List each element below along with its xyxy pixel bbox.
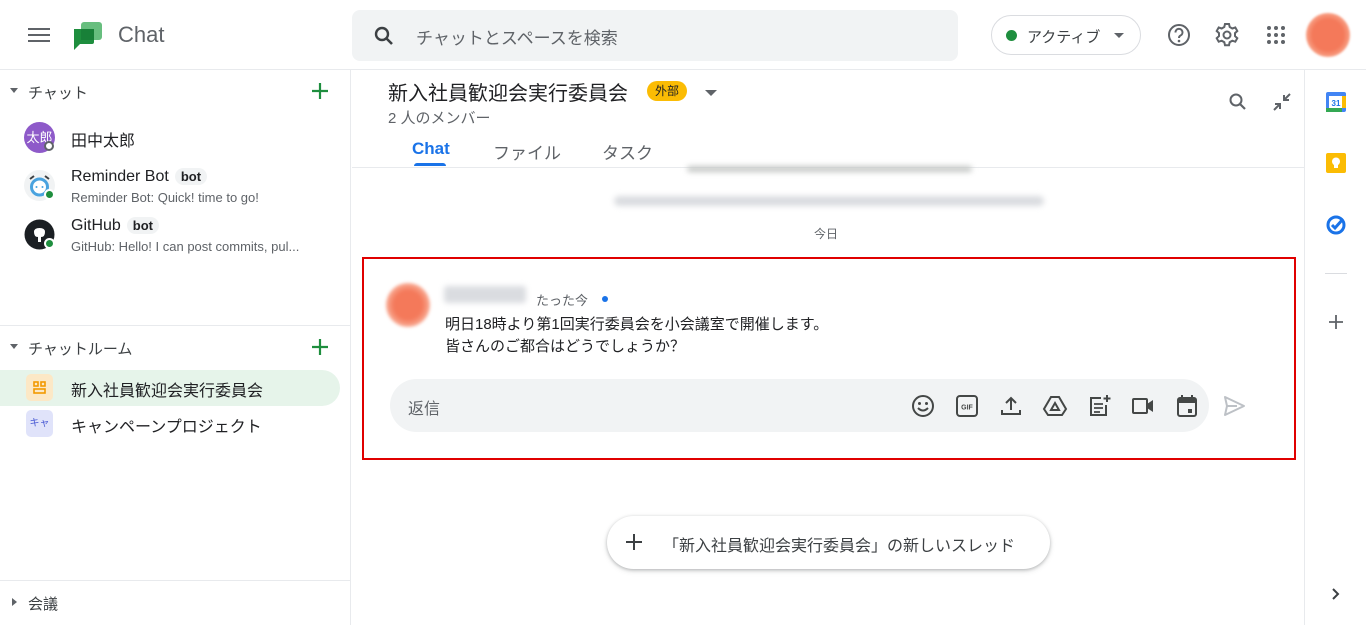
chat-section-header[interactable]: チャット bbox=[0, 71, 351, 111]
status-dropdown[interactable]: アクティブ bbox=[991, 15, 1141, 55]
calendar-invite-icon[interactable] bbox=[1174, 393, 1200, 419]
account-avatar[interactable] bbox=[1306, 13, 1350, 57]
search-input[interactable]: チャットとスペースを検索 bbox=[352, 10, 958, 61]
new-thread-label: 「新入社員歓迎会実行委員会」の新しいスレッド bbox=[663, 538, 1016, 555]
room-title: 新入社員歓迎会実行委員会 bbox=[388, 83, 628, 105]
main-menu-icon[interactable] bbox=[24, 23, 54, 47]
google-drive-icon[interactable] bbox=[1042, 393, 1068, 419]
date-divider: 今日 bbox=[814, 227, 839, 241]
sidebar: チャット 太郎 田中太郎 Reminder Bot bot Reminder Bo… bbox=[0, 70, 351, 625]
collapse-triangle-icon bbox=[10, 344, 18, 349]
google-chat-logo bbox=[74, 22, 102, 50]
room-item-campaign-project[interactable]: キャ キャンペーンプロジェクト bbox=[0, 406, 340, 446]
conversation-pane: 新入社員歓迎会実行委員会 外部 2 人のメンバー Chat ファイル タスク 今… bbox=[352, 70, 1304, 625]
room-name: キャンペーンプロジェクト bbox=[71, 419, 262, 436]
google-calendar-icon[interactable]: 31 bbox=[1325, 91, 1347, 113]
tab-files[interactable]: ファイル bbox=[493, 139, 561, 164]
top-bar: Chat チャットとスペースを検索 アクティブ bbox=[0, 0, 1366, 70]
chat-item-github[interactable]: GitHub bot GitHub: Hello! I can post comm… bbox=[0, 215, 340, 255]
presence-online-icon bbox=[44, 238, 55, 249]
expand-triangle-icon bbox=[12, 598, 17, 606]
search-icon bbox=[374, 26, 393, 45]
google-keep-icon[interactable] bbox=[1325, 152, 1347, 174]
chat-item-title: Reminder Bot bot bbox=[71, 168, 208, 186]
chat-item-name: GitHub bbox=[71, 217, 121, 234]
expand-panel-chevron-icon[interactable] bbox=[1325, 583, 1347, 605]
room-name: 新入社員歓迎会実行委員会 bbox=[71, 383, 264, 400]
room-menu-caret-icon[interactable] bbox=[705, 90, 717, 96]
chat-section-title: チャット bbox=[28, 85, 88, 102]
search-in-room-icon[interactable] bbox=[1226, 90, 1250, 114]
create-doc-icon[interactable] bbox=[1086, 393, 1112, 419]
chat-item-preview: GitHub: Hello! I can post commits, pul..… bbox=[71, 239, 300, 254]
apps-grid-icon[interactable] bbox=[1262, 21, 1290, 49]
collapse-arrows-icon[interactable] bbox=[1270, 90, 1294, 114]
system-message-blurred bbox=[614, 196, 1044, 206]
svg-text:31: 31 bbox=[1332, 99, 1341, 108]
message-line: 明日18時より第1回実行委員会を小会議室で開催します。 bbox=[445, 316, 829, 333]
svg-text:GIF: GIF bbox=[961, 405, 973, 412]
new-room-plus-icon[interactable] bbox=[308, 335, 332, 359]
room-section-title: チャットルーム bbox=[28, 341, 133, 358]
tab-tasks[interactable]: タスク bbox=[602, 139, 653, 164]
tab-chat[interactable]: Chat bbox=[412, 139, 450, 159]
chat-item-reminder-bot[interactable]: Reminder Bot bot Reminder Bot: Quick! tim… bbox=[0, 166, 340, 206]
bot-badge: bot bbox=[126, 217, 160, 234]
collapse-triangle-icon bbox=[10, 88, 18, 93]
chat-item-preview: Reminder Bot: Quick! time to go! bbox=[71, 190, 259, 205]
room-section-header[interactable]: チャットルーム bbox=[0, 327, 351, 367]
room-item-welcome-committee[interactable]: 新入社員歓迎会実行委員会 bbox=[0, 370, 340, 406]
presence-offline-icon bbox=[44, 141, 54, 151]
room-icon: キャ bbox=[26, 410, 53, 437]
plus-icon bbox=[626, 534, 642, 550]
gif-icon[interactable]: GIF bbox=[954, 393, 980, 419]
message-line: 皆さんのご都合はどうでしょうか？ bbox=[445, 338, 686, 355]
meet-section-header[interactable]: 会議 bbox=[0, 582, 351, 622]
google-tasks-icon[interactable] bbox=[1325, 213, 1347, 235]
search-placeholder: チャットとスペースを検索 bbox=[416, 29, 618, 48]
sender-avatar[interactable] bbox=[386, 283, 430, 327]
member-count[interactable]: 2 人のメンバー bbox=[388, 107, 491, 128]
add-addon-plus-icon[interactable] bbox=[1325, 311, 1347, 333]
new-thread-button[interactable]: 「新入社員歓迎会実行委員会」の新しいスレッド bbox=[607, 516, 1050, 569]
emoji-icon[interactable] bbox=[910, 393, 936, 419]
settings-gear-icon[interactable] bbox=[1213, 21, 1241, 49]
new-chat-plus-icon[interactable] bbox=[308, 79, 332, 103]
presence-online-icon bbox=[44, 189, 55, 200]
system-message-blurred bbox=[687, 166, 972, 172]
sender-name-blurred bbox=[444, 286, 526, 303]
message-thread: たった今 明日18時より第1回実行委員会を小会議室で開催します。 皆さんのご都合… bbox=[362, 257, 1296, 460]
chat-item-tanaka[interactable]: 太郎 田中太郎 bbox=[0, 118, 340, 158]
reply-placeholder: 返信 bbox=[408, 401, 441, 418]
room-icon bbox=[26, 374, 53, 401]
section-divider bbox=[0, 325, 351, 326]
message-body: 明日18時より第1回実行委員会を小会議室で開催します。 皆さんのご都合はどうでし… bbox=[445, 314, 828, 358]
bot-badge: bot bbox=[174, 168, 208, 185]
side-panel-rail: 31 bbox=[1304, 70, 1366, 625]
video-meeting-icon[interactable] bbox=[1130, 393, 1156, 419]
chat-item-name: Reminder Bot bbox=[71, 168, 169, 185]
help-icon[interactable] bbox=[1165, 21, 1193, 49]
unread-dot-icon bbox=[602, 296, 608, 302]
chat-item-name: 田中太郎 bbox=[71, 133, 136, 150]
app-title: Chat bbox=[118, 22, 165, 47]
caret-down-icon bbox=[1114, 33, 1124, 38]
active-tab-indicator bbox=[414, 163, 446, 166]
message-timestamp: たった今 bbox=[536, 293, 589, 308]
rail-divider bbox=[1325, 273, 1347, 274]
upload-icon[interactable] bbox=[998, 393, 1024, 419]
meet-section-title: 会議 bbox=[28, 596, 59, 613]
status-label: アクティブ bbox=[1027, 29, 1101, 46]
reply-input[interactable]: 返信 GIF bbox=[390, 379, 1209, 432]
status-dot bbox=[1006, 30, 1017, 41]
chat-item-title: GitHub bot bbox=[71, 217, 160, 235]
external-badge: 外部 bbox=[647, 81, 688, 101]
section-divider bbox=[0, 580, 351, 581]
send-icon[interactable] bbox=[1221, 393, 1247, 419]
